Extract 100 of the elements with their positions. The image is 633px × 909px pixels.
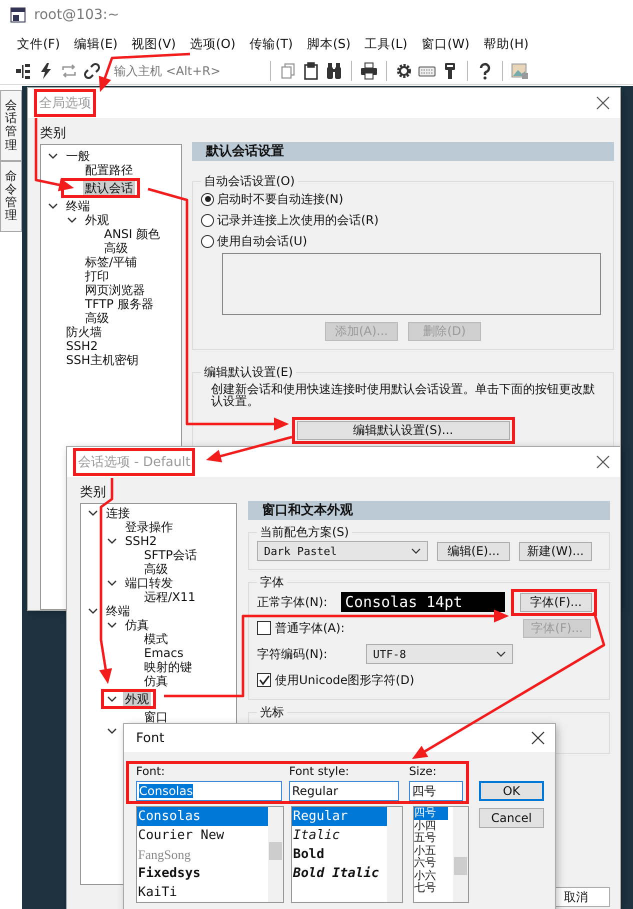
settings-icon[interactable] — [395, 62, 413, 80]
list-item[interactable]: Regular — [292, 807, 387, 826]
tree-item[interactable]: SSH2 — [123, 534, 159, 548]
font-size-field[interactable]: 四号 — [409, 781, 463, 801]
close-icon[interactable] — [596, 455, 610, 469]
chevron-icon[interactable] — [88, 509, 98, 517]
tree-item[interactable]: SSH2 — [64, 339, 100, 353]
scrollbar[interactable] — [453, 807, 468, 902]
tree-item[interactable]: 外观 — [123, 692, 151, 706]
clipboard-icon[interactable] — [302, 62, 320, 80]
chevron-icon[interactable] — [107, 621, 117, 629]
tree-item[interactable]: 标签/平铺 — [83, 255, 140, 269]
chevron-icon[interactable] — [88, 607, 98, 615]
tree-item[interactable]: Emacs — [142, 646, 186, 660]
checkbox[interactable] — [257, 621, 271, 635]
close-icon[interactable] — [531, 731, 545, 745]
list-item[interactable]: Consolas — [137, 807, 268, 826]
binoculars-icon[interactable] — [325, 62, 343, 80]
tree-item[interactable]: 映射的键 — [142, 660, 194, 674]
list-item[interactable]: 六号 — [414, 857, 448, 870]
list-item[interactable]: Bold Italic — [292, 864, 387, 883]
tree-item[interactable]: 高级 — [83, 311, 111, 325]
scheme-dropdown[interactable]: Dark Pastel — [257, 541, 428, 561]
tree-item[interactable]: SSH主机密钥 — [64, 353, 140, 367]
tree-item[interactable]: ANSI 颜色 — [102, 227, 162, 241]
list-item[interactable]: 四号 — [414, 807, 448, 820]
printer-icon[interactable] — [360, 62, 378, 80]
list-item[interactable]: 小五 — [414, 844, 448, 857]
font-name-field[interactable]: Consolas — [136, 781, 282, 801]
tree-item[interactable]: 仿真 — [142, 674, 170, 688]
tree-item[interactable]: 外观 — [83, 213, 111, 227]
list-item[interactable]: 七号 — [414, 882, 448, 894]
menu-item[interactable]: 视图(V) — [124, 36, 183, 52]
menu-item[interactable]: 文件(F) — [10, 36, 67, 52]
host-field[interactable]: 输入主机 <Alt+R> — [106, 62, 262, 80]
tree-item[interactable]: 配置路径 — [83, 163, 135, 177]
chevron-icon[interactable] — [107, 537, 117, 545]
scheme-button[interactable]: 新建(W)... — [519, 542, 592, 560]
font-button[interactable]: 字体(F)... — [520, 592, 592, 612]
tree-item[interactable]: 默认会话 — [83, 181, 135, 195]
list-item[interactable]: 小四 — [414, 820, 448, 832]
tree-item[interactable]: SFTP会话 — [142, 548, 199, 562]
network-icon[interactable] — [14, 62, 32, 80]
menu-item[interactable]: 窗口(W) — [414, 36, 476, 52]
tree-item[interactable]: 连接 — [104, 506, 132, 520]
tree-item[interactable]: 仿真 — [123, 618, 151, 632]
tree-item[interactable]: 端口转发 — [123, 576, 175, 590]
side-tab[interactable]: 会话管理 — [0, 90, 22, 161]
tree-item[interactable]: 窗口 — [142, 710, 170, 724]
font-style-field[interactable]: Regular — [289, 781, 399, 801]
radio-button[interactable] — [201, 214, 214, 226]
edit-defaults-button[interactable]: 编辑默认设置(S)... — [296, 421, 510, 440]
tree-item[interactable]: 高级 — [142, 562, 170, 576]
radio-button[interactable] — [201, 192, 214, 206]
chevron-icon[interactable] — [107, 695, 117, 703]
list-item[interactable]: FangSong — [137, 845, 268, 864]
list-item[interactable]: Courier New — [137, 826, 268, 845]
radio-button[interactable] — [201, 234, 214, 248]
menu-item[interactable]: 脚本(S) — [300, 36, 358, 52]
tree-item[interactable]: 远程/X11 — [142, 590, 198, 604]
menu-item[interactable]: 选项(O) — [182, 36, 243, 52]
copy-icon[interactable] — [279, 62, 297, 80]
image-lock-icon[interactable] — [511, 62, 529, 80]
menu-item[interactable]: 帮助(H) — [476, 36, 536, 52]
scrollbar[interactable] — [387, 807, 402, 902]
chevron-icon[interactable] — [48, 202, 58, 210]
scheme-button[interactable]: 编辑(E)... — [437, 542, 510, 560]
menu-item[interactable]: 传输(T) — [242, 36, 300, 52]
list-item[interactable]: 小六 — [414, 870, 448, 882]
refresh-icon[interactable] — [60, 62, 78, 80]
side-tab[interactable]: 命令管理 — [0, 160, 22, 232]
checkbox[interactable] — [257, 673, 271, 687]
chevron-icon[interactable] — [67, 216, 77, 224]
menu-item[interactable]: 编辑(E) — [66, 36, 125, 52]
scrollbar[interactable] — [268, 807, 283, 902]
dialog-button[interactable]: Cancel — [479, 808, 544, 828]
tree-item[interactable]: 模式 — [142, 632, 170, 646]
list-item[interactable]: Italic — [292, 826, 387, 845]
tree-item[interactable]: 网页浏览器 — [83, 283, 147, 297]
close-icon[interactable] — [596, 96, 610, 110]
tree-item[interactable]: TFTP 服务器 — [83, 297, 156, 311]
tree-item[interactable]: 打印 — [83, 269, 111, 283]
list-item[interactable]: 五号 — [414, 832, 448, 844]
encoding-dropdown[interactable]: UTF-8 — [366, 644, 513, 664]
tree-item[interactable]: 终端 — [64, 199, 92, 213]
tree-item[interactable]: 防火墙 — [64, 325, 104, 339]
chevron-icon[interactable] — [107, 579, 117, 587]
tree-item[interactable]: 一般 — [64, 149, 92, 163]
chevron-icon[interactable] — [107, 727, 117, 735]
menu-item[interactable]: 工具(L) — [358, 36, 414, 52]
list-item[interactable]: Fixedsys — [137, 864, 268, 883]
tree-item[interactable]: 高级 — [102, 241, 130, 255]
tree-item[interactable]: 登录操作 — [123, 520, 175, 534]
session-list[interactable] — [222, 253, 601, 315]
list-item[interactable]: KaiTi — [137, 883, 268, 902]
link-icon[interactable] — [83, 62, 101, 80]
tree-item[interactable]: 终端 — [104, 604, 132, 618]
dialog-button[interactable]: OK — [479, 781, 544, 801]
chevron-icon[interactable] — [48, 152, 58, 160]
list-item[interactable]: Bold — [292, 845, 387, 864]
